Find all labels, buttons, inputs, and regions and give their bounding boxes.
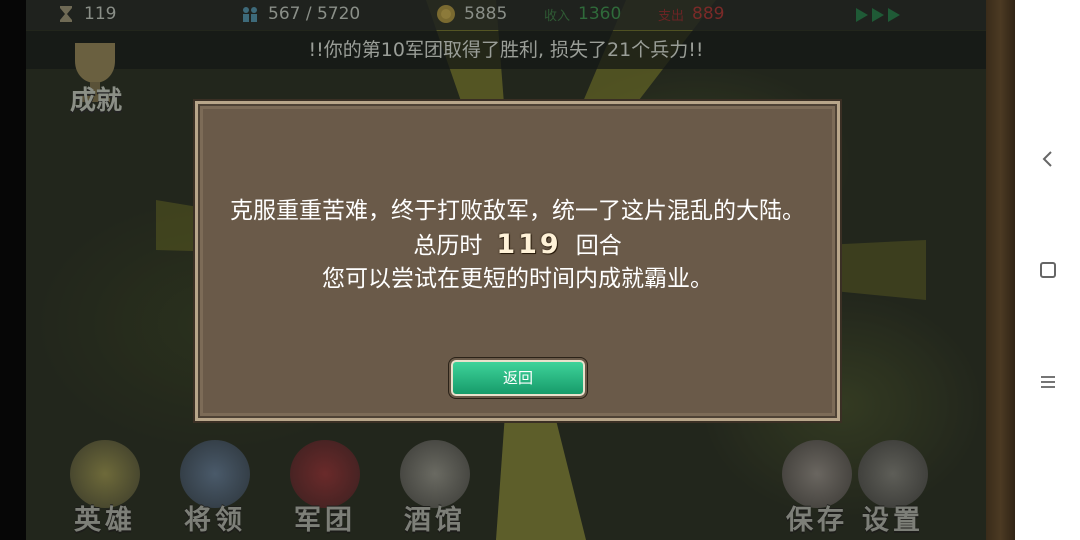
menu-heroes[interactable]: 英雄 (60, 440, 150, 538)
system-nav-bar (1015, 0, 1080, 540)
fast-forward-icon[interactable] (854, 6, 904, 24)
menu-settings[interactable]: 设置 (848, 440, 938, 538)
turn-count: 119 (496, 229, 562, 260)
three-lines-icon[interactable] (1037, 371, 1059, 393)
dialog-body: 克服重重苦难，终于打败敌军，统一了这片混乱的大陆。 总历时 119 回合 您可以尝试… (198, 194, 837, 296)
turn-stat: 119 (56, 4, 116, 24)
hourglass-icon (60, 6, 72, 22)
square-icon[interactable] (1037, 259, 1059, 281)
gold-coin-icon (437, 5, 455, 23)
people-icon (243, 7, 257, 22)
menu-heroes-label: 英雄 (74, 505, 136, 536)
menu-generals-label: 将领 (184, 505, 246, 536)
income-label: 收入 (544, 8, 571, 24)
income-value: 1360 (578, 4, 622, 24)
gold-stat: 5885 (436, 4, 507, 24)
menu-generals[interactable]: 将领 (170, 440, 260, 538)
resource-bar: 119 567 / 5720 5885 收入 1360 支出 889 (26, 0, 986, 30)
turn-value: 119 (84, 4, 117, 24)
return-button[interactable]: 返回 (451, 360, 585, 396)
total-turns-prefix: 总历时 (413, 233, 483, 259)
gold-value: 5885 (464, 4, 508, 24)
achievements-label[interactable]: 成就 (70, 80, 122, 117)
battle-message: !!你的第10军团取得了胜利, 损失了21个兵力!! (26, 31, 986, 69)
chevron-left-icon[interactable] (1037, 148, 1059, 170)
population-stat: 567 / 5720 (240, 4, 360, 24)
menu-settings-label: 设置 (862, 505, 924, 536)
speed-control[interactable] (854, 6, 904, 24)
hint-line: 您可以尝试在更短的时间内成就霸业。 (322, 266, 713, 292)
expense-value: 889 (692, 4, 725, 24)
total-turns-line: 总历时 119 回合 (198, 228, 837, 262)
menu-legions-label: 军团 (294, 505, 356, 536)
income-stat: 收入 1360 (544, 4, 621, 24)
expense-stat: 支出 889 (658, 4, 724, 24)
menu-legions[interactable]: 军团 (280, 440, 370, 538)
total-turns-suffix: 回合 (575, 233, 622, 259)
victory-line: 克服重重苦难，终于打败敌军，统一了这片混乱的大陆。 (230, 198, 805, 224)
menu-tavern-label: 酒馆 (404, 505, 466, 536)
game-screen: 119 567 / 5720 5885 收入 1360 支出 889 !!你的第… (0, 0, 1015, 540)
expense-label: 支出 (658, 8, 685, 24)
population-value: 567 / 5720 (268, 4, 361, 24)
victory-dialog: 克服重重苦难，终于打败敌军，统一了这片混乱的大陆。 总历时 119 回合 您可以尝试… (195, 101, 840, 421)
menu-tavern[interactable]: 酒馆 (390, 440, 480, 538)
